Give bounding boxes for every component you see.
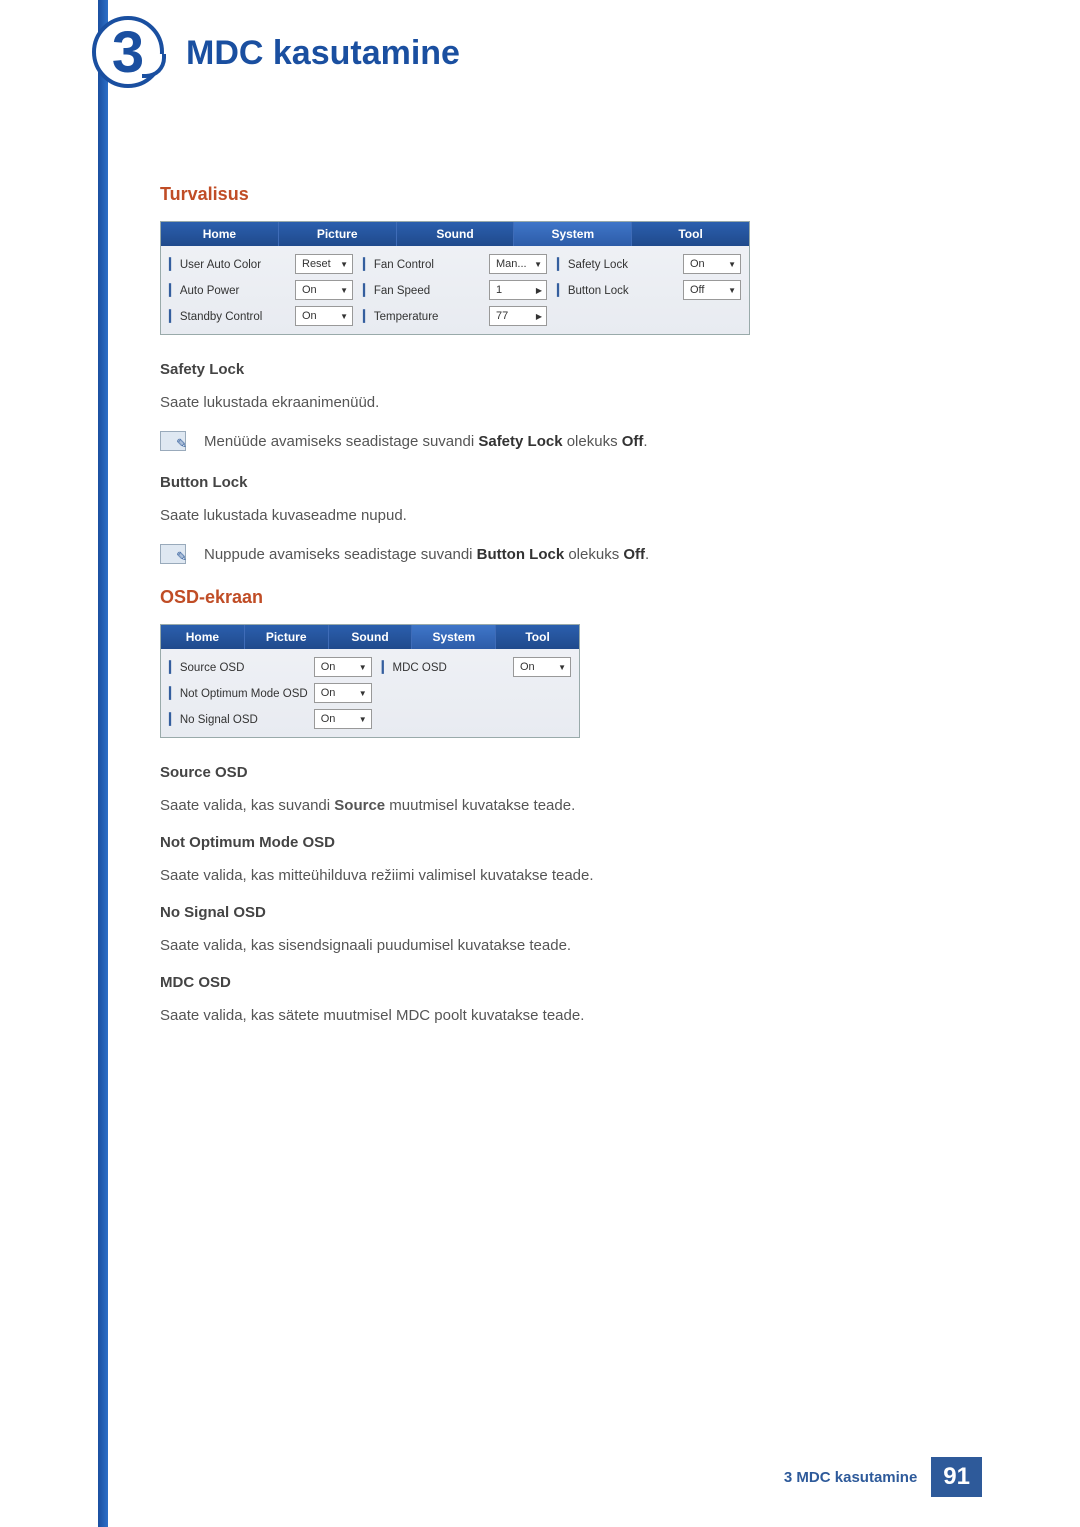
tab-system[interactable]: System: [412, 625, 496, 649]
chevron-down-icon: ▼: [728, 260, 736, 269]
note-icon: [160, 544, 186, 564]
tab-picture[interactable]: Picture: [245, 625, 329, 649]
footer-text: 3 MDC kasutamine: [784, 1469, 917, 1486]
subheading-button-lock: Button Lock: [160, 474, 920, 491]
field-button-lock: Button LockOff▼: [557, 280, 741, 300]
combo-standby-control[interactable]: On▼: [295, 306, 353, 326]
left-rail: [98, 0, 108, 1527]
tab-sound[interactable]: Sound: [397, 222, 515, 246]
panel-tabs: Home Picture Sound System Tool: [161, 625, 579, 649]
combo-user-auto-color[interactable]: Reset▼: [295, 254, 353, 274]
field-source-osd: Source OSDOn▼: [169, 657, 372, 677]
field-auto-power: Auto PowerOn▼: [169, 280, 353, 300]
chapter-callout: 3: [92, 16, 164, 88]
page-number: 91: [931, 1457, 982, 1497]
tab-tool[interactable]: Tool: [632, 222, 749, 246]
combo-source-osd[interactable]: On▼: [314, 657, 372, 677]
field-standby-control: Standby ControlOn▼: [169, 306, 353, 326]
tab-tool[interactable]: Tool: [496, 625, 579, 649]
page-footer: 3 MDC kasutamine 91: [784, 1457, 982, 1497]
field-mdc-osd: MDC OSDOn▼: [382, 657, 571, 677]
note-icon: [160, 431, 186, 451]
note-safety-lock: Menüüde avamiseks seadistage suvandi Saf…: [160, 431, 920, 452]
combo-no-signal-osd[interactable]: On▼: [314, 709, 372, 729]
tab-system[interactable]: System: [514, 222, 632, 246]
section-heading-security: Turvalisus: [160, 184, 920, 205]
chevron-down-icon: ▼: [728, 286, 736, 295]
subheading-safety-lock: Safety Lock: [160, 361, 920, 378]
combo-safety-lock[interactable]: On▼: [683, 254, 741, 274]
tab-picture[interactable]: Picture: [279, 222, 397, 246]
text-source-osd: Saate valida, kas suvandi Source muutmis…: [160, 795, 920, 816]
text-not-optimum-osd: Saate valida, kas mitteühilduva režiimi …: [160, 865, 920, 886]
field-not-optimum-osd: Not Optimum Mode OSDOn▼: [169, 683, 372, 703]
chapter-number: 3: [92, 16, 164, 88]
field-temperature: Temperature77▶: [363, 306, 547, 326]
note-text: Nuppude avamiseks seadistage suvandi But…: [204, 544, 649, 565]
combo-auto-power[interactable]: On▼: [295, 280, 353, 300]
text-safety-lock-desc: Saate lukustada ekraanimenüüd.: [160, 392, 920, 413]
chevron-down-icon: ▼: [340, 312, 348, 321]
note-text: Menüüde avamiseks seadistage suvandi Saf…: [204, 431, 648, 452]
chevron-down-icon: ▼: [558, 663, 566, 672]
subheading-no-signal-osd: No Signal OSD: [160, 904, 920, 921]
chevron-down-icon: ▼: [340, 260, 348, 269]
page-content: Turvalisus Home Picture Sound System Too…: [160, 184, 920, 1044]
field-user-auto-color: User Auto ColorReset▼: [169, 254, 353, 274]
field-fan-speed: Fan Speed1▶: [363, 280, 547, 300]
chevron-down-icon: ▼: [359, 715, 367, 724]
combo-button-lock[interactable]: Off▼: [683, 280, 741, 300]
chevron-down-icon: ▼: [340, 286, 348, 295]
text-no-signal-osd: Saate valida, kas sisendsignaali puudumi…: [160, 935, 920, 956]
tab-sound[interactable]: Sound: [329, 625, 413, 649]
subheading-not-optimum-osd: Not Optimum Mode OSD: [160, 834, 920, 851]
note-button-lock: Nuppude avamiseks seadistage suvandi But…: [160, 544, 920, 565]
combo-not-optimum-osd[interactable]: On▼: [314, 683, 372, 703]
field-no-signal-osd: No Signal OSDOn▼: [169, 709, 372, 729]
combo-mdc-osd[interactable]: On▼: [513, 657, 571, 677]
field-fan-control: Fan ControlMan...▼: [363, 254, 547, 274]
spin-fan-speed[interactable]: 1▶: [489, 280, 547, 300]
tab-home[interactable]: Home: [161, 222, 279, 246]
spin-temperature[interactable]: 77▶: [489, 306, 547, 326]
section-heading-osd: OSD-ekraan: [160, 587, 920, 608]
chevron-right-icon: ▶: [536, 312, 542, 321]
chevron-right-icon: ▶: [536, 286, 542, 295]
chevron-down-icon: ▼: [359, 663, 367, 672]
chevron-down-icon: ▼: [359, 689, 367, 698]
text-button-lock-desc: Saate lukustada kuvaseadme nupud.: [160, 505, 920, 526]
subheading-mdc-osd: MDC OSD: [160, 974, 920, 991]
chevron-down-icon: ▼: [534, 260, 542, 269]
security-panel: Home Picture Sound System Tool User Auto…: [160, 221, 750, 335]
text-mdc-osd: Saate valida, kas sätete muutmisel MDC p…: [160, 1005, 920, 1026]
panel-tabs: Home Picture Sound System Tool: [161, 222, 749, 246]
combo-fan-control[interactable]: Man...▼: [489, 254, 547, 274]
field-safety-lock: Safety LockOn▼: [557, 254, 741, 274]
tab-home[interactable]: Home: [161, 625, 245, 649]
subheading-source-osd: Source OSD: [160, 764, 920, 781]
osd-panel: Home Picture Sound System Tool Source OS…: [160, 624, 580, 738]
chapter-title: MDC kasutamine: [186, 34, 460, 73]
